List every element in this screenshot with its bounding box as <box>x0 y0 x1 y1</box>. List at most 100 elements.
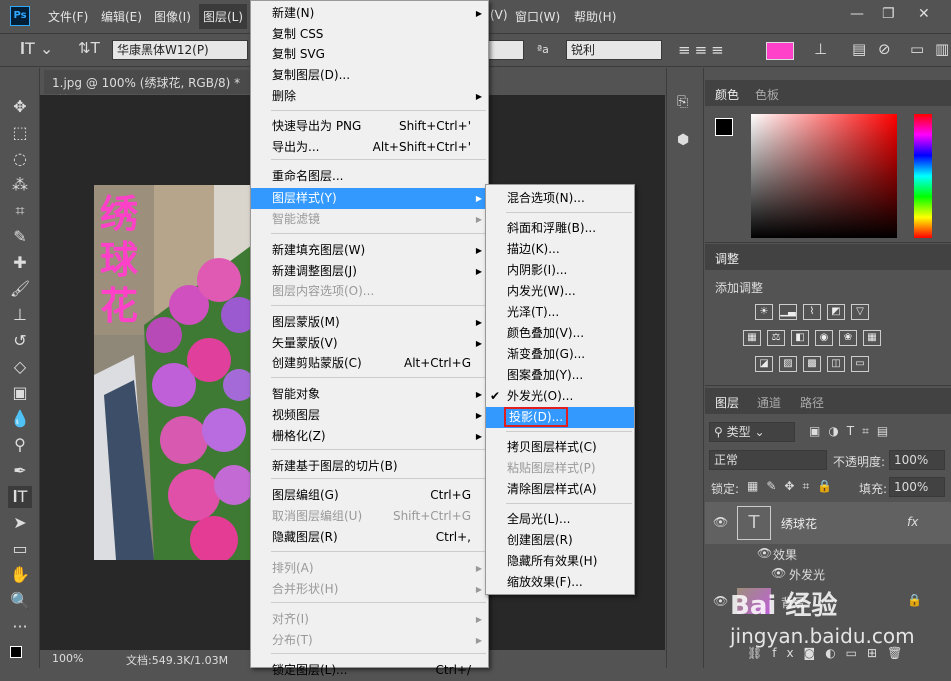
levels-icon[interactable]: ▁▃ <box>779 304 797 320</box>
curves-icon[interactable]: ⌇ <box>803 304 821 320</box>
layer-menu-item[interactable]: 删除 ▶ <box>251 86 488 107</box>
layer-menu-item[interactable]: 矢量蒙版(V) ▶ <box>251 333 488 354</box>
layer-menu-item[interactable]: 复制 SVG <box>251 44 488 65</box>
fx-icon[interactable]: fx <box>907 515 918 529</box>
align-icons[interactable]: ≡≡≡ <box>678 41 728 59</box>
tab-adjustments[interactable]: 调整 <box>715 250 739 267</box>
rectangle-tool-icon[interactable]: ▭ <box>8 538 32 560</box>
invert-icon[interactable]: ◪ <box>755 356 773 372</box>
layer-menu-item[interactable]: 创建剪贴蒙版(C) Alt+Ctrl+G <box>251 353 488 374</box>
style-menu-item[interactable]: 隐藏所有效果(H) <box>486 551 634 572</box>
crop-tool-icon[interactable]: ⌗ <box>8 200 32 222</box>
style-menu-item[interactable]: 创建图层(R) <box>486 530 634 551</box>
tab-color[interactable]: 颜色 <box>715 86 739 103</box>
style-menu-item[interactable]: 颜色叠加(V)... <box>486 323 634 344</box>
type-tool-icon[interactable]: 𝐈T <box>8 486 32 508</box>
layer-menu-item[interactable]: 图层编组(G) Ctrl+G <box>251 485 488 506</box>
tab-paths[interactable]: 路径 <box>800 394 824 411</box>
eyedropper-tool-icon[interactable]: ✎ <box>8 226 32 248</box>
style-menu-item[interactable]: 图案叠加(Y)... <box>486 365 634 386</box>
canvas-text-layer[interactable]: 绣 球 花 <box>100 191 138 329</box>
layer-menu-item[interactable]: 图层蒙版(M) ▶ <box>251 312 488 333</box>
layer-row-text[interactable]: 👁 T 绣球花 fx <box>705 502 951 544</box>
layer-menu-item[interactable]: 图层样式(Y) ▶ <box>251 188 488 209</box>
warp-text-icon[interactable]: ⊥ <box>814 40 827 58</box>
tab-layers[interactable]: 图层 <box>715 394 739 411</box>
minimize-icon[interactable]: — <box>850 6 864 22</box>
layer-menu-item[interactable]: 隐藏图层(R) Ctrl+, <box>251 527 488 548</box>
outer-glow-eye-icon[interactable]: 👁 <box>771 566 786 580</box>
pen-tool-icon[interactable]: ✒ <box>8 460 32 482</box>
background-eye-icon[interactable]: 👁 <box>713 594 728 608</box>
restore-icon[interactable]: ❐ <box>882 6 895 22</box>
opacity-field[interactable]: 100% <box>889 450 945 470</box>
posterize-icon[interactable]: ▨ <box>779 356 797 372</box>
style-menu-item[interactable]: 渐变叠加(G)... <box>486 344 634 365</box>
document-photo[interactable]: 绣 球 花 <box>94 185 252 560</box>
history-brush-tool-icon[interactable]: ↺ <box>8 330 32 352</box>
color-lookup-icon[interactable]: ▦ <box>863 330 881 346</box>
cancel-icon[interactable]: ⊘ <box>878 40 891 58</box>
tab-swatches[interactable]: 色板 <box>755 86 779 103</box>
menu-help[interactable]: 帮助(H) <box>574 8 616 25</box>
menu-edit[interactable]: 编辑(E) <box>101 8 142 25</box>
history-panel-icon[interactable]: ⎘ <box>677 94 688 110</box>
style-menu-item[interactable]: 内阴影(I)... <box>486 260 634 281</box>
layer-menu-item[interactable]: 新建(N) ▶ <box>251 3 488 24</box>
toggle-orientation-icon[interactable]: ⇅T <box>78 39 100 57</box>
layer-menu-item[interactable]: 重命名图层... <box>251 166 488 187</box>
color-balance-icon[interactable]: ⚖ <box>767 330 785 346</box>
style-menu-item[interactable]: 内发光(W)... <box>486 281 634 302</box>
channel-mixer-icon[interactable]: ❀ <box>839 330 857 346</box>
menu-file[interactable]: 文件(F) <box>48 8 88 25</box>
gradient-map-icon[interactable]: ▭ <box>851 356 869 372</box>
hue-sat-icon[interactable]: ▦ <box>743 330 761 346</box>
filter-icons[interactable]: ▣◑T⌗▤ <box>809 424 896 439</box>
character-panel-icon[interactable]: ▤ <box>852 40 866 58</box>
style-menu-item[interactable]: ✔ 外发光(O)... <box>486 386 634 407</box>
layer-name[interactable]: 绣球花 <box>781 515 817 532</box>
brush-tool-icon[interactable]: 🖌 <box>8 278 32 300</box>
layer-menu-item[interactable]: 视频图层 ▶ <box>251 405 488 426</box>
style-menu-item[interactable]: 清除图层样式(A) <box>486 479 634 500</box>
bw-icon[interactable]: ◧ <box>791 330 809 346</box>
style-menu-item[interactable]: 缩放效果(F)... <box>486 572 634 593</box>
stamp-tool-icon[interactable]: ⊥ <box>8 304 32 326</box>
more-tools-icon[interactable]: ··· <box>8 616 32 638</box>
selective-color-icon[interactable]: ◫ <box>827 356 845 372</box>
layer-menu-item[interactable]: 新建填充图层(W) ▶ <box>251 240 488 261</box>
close-window-icon[interactable]: ✕ <box>918 6 930 22</box>
lock-icons[interactable]: ▦✎✥⌗🔒 <box>747 479 840 494</box>
3d-icon[interactable]: ▥ <box>935 40 949 58</box>
style-menu-item[interactable]: 拷贝图层样式(C) <box>486 437 634 458</box>
layer-row-effects[interactable]: 👁 效果 <box>705 544 951 564</box>
3d-panel-icon[interactable]: ⬢ <box>677 132 689 148</box>
menu-image[interactable]: 图像(I) <box>154 8 191 25</box>
layer-footer-icons[interactable]: ⛓fx◙◐▭⊞🗑 <box>747 646 912 660</box>
fill-field[interactable]: 100% <box>889 477 945 497</box>
visibility-eye-icon[interactable]: 👁 <box>713 515 728 529</box>
blur-tool-icon[interactable]: 💧 <box>8 408 32 430</box>
menu-view[interactable]: (V) <box>490 8 508 22</box>
lasso-tool-icon[interactable]: ◌ <box>8 148 32 170</box>
menu-window[interactable]: 窗口(W) <box>515 8 560 25</box>
layer-menu-item[interactable]: 新建调整图层(J) ▶ <box>251 261 488 282</box>
dodge-tool-icon[interactable]: ⚲ <box>8 434 32 456</box>
style-menu-item[interactable]: 斜面和浮雕(B)... <box>486 218 634 239</box>
healing-tool-icon[interactable]: ✚ <box>8 252 32 274</box>
zoom-level[interactable]: 100% <box>52 652 83 665</box>
type-tool-preset-icon[interactable]: 𝐈T ⌄ <box>20 39 53 59</box>
style-menu-item[interactable]: 投影(D)... <box>486 407 634 428</box>
layer-menu-item[interactable]: 栅格化(Z) ▶ <box>251 426 488 447</box>
font-family-select[interactable]: 华康黑体W12(P) <box>112 40 248 60</box>
style-menu-item[interactable]: 混合选项(N)... <box>486 188 634 209</box>
effects-eye-icon[interactable]: 👁 <box>757 546 772 560</box>
font-size-select[interactable] <box>488 40 524 60</box>
marquee-tool-icon[interactable]: ⬚ <box>8 122 32 144</box>
exposure-icon[interactable]: ◩ <box>827 304 845 320</box>
style-menu-item[interactable]: 光泽(T)... <box>486 302 634 323</box>
path-select-tool-icon[interactable]: ➤ <box>8 512 32 534</box>
antialias-select[interactable]: 锐利 <box>566 40 662 60</box>
zoom-tool-icon[interactable]: 🔍 <box>8 590 32 612</box>
layer-menu-item[interactable]: 新建基于图层的切片(B) <box>251 456 488 477</box>
